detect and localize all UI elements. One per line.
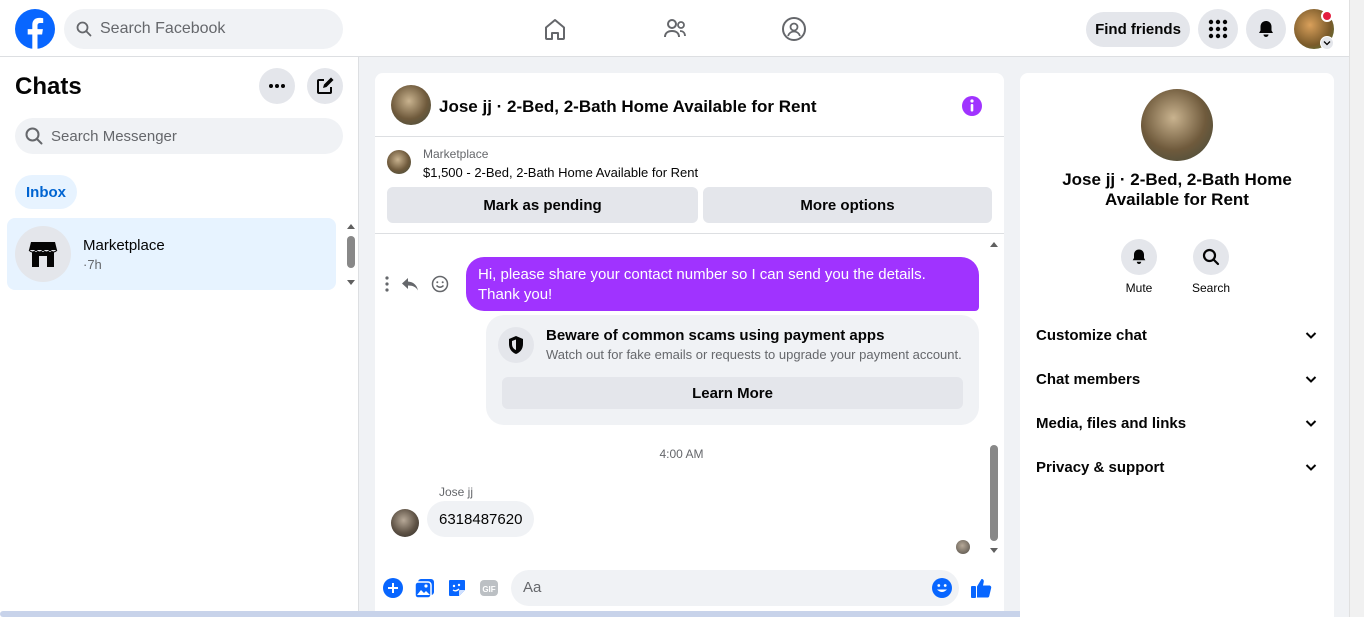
incoming-message-bubble[interactable]: 6318487620 (427, 501, 535, 537)
page-scrollbar[interactable] (1349, 0, 1364, 617)
message-scrollbar[interactable] (987, 235, 1001, 560)
bell-icon (1121, 239, 1157, 275)
search-facebook-input[interactable]: Search Facebook (64, 9, 343, 49)
home-icon[interactable] (540, 14, 570, 44)
media-files-links-section[interactable]: Media, files and links (1036, 403, 1318, 443)
details-avatar[interactable] (1141, 89, 1213, 161)
gif-icon[interactable]: GIF (477, 576, 501, 600)
seen-indicator-avatar (956, 540, 970, 554)
customize-chat-section[interactable]: Customize chat (1036, 315, 1318, 355)
chevron-down-icon (1304, 372, 1318, 386)
listing-category: Marketplace (423, 147, 489, 161)
info-icon[interactable] (961, 95, 983, 117)
details-name: Jose jj · 2-Bed, 2-Bath Home Available f… (1062, 170, 1292, 209)
section-label: Privacy & support (1036, 458, 1165, 476)
message-input-placeholder: Aa (523, 579, 542, 596)
mute-button[interactable]: Mute (1109, 239, 1169, 295)
thumbs-up-icon[interactable] (969, 576, 993, 600)
sender-avatar[interactable] (391, 509, 419, 537)
section-label: Customize chat (1036, 326, 1147, 344)
conversation-avatar[interactable] (391, 85, 431, 125)
mute-label: Mute (1125, 281, 1153, 295)
notifications-bell-icon[interactable] (1246, 9, 1286, 49)
learn-more-button[interactable]: Learn More (502, 377, 963, 409)
conversation-panel: Jose jj · 2-Bed, 2-Bath Home Available f… (375, 73, 1004, 617)
listing-thumbnail[interactable] (387, 150, 411, 174)
svg-text:GIF: GIF (482, 585, 495, 594)
message-timestamp: 4:00 AM (659, 447, 704, 461)
conversation-title[interactable]: Jose jj · 2-Bed, 2-Bath Home Available f… (439, 97, 817, 117)
plus-circle-icon[interactable] (381, 576, 405, 600)
find-friends-button[interactable]: Find friends (1086, 12, 1190, 47)
chat-item-time: ·7h (83, 257, 102, 272)
sender-name: Jose jj (439, 485, 474, 499)
scam-warning-subtitle: Watch out for fake emails or requests to… (546, 347, 962, 362)
notification-dot (1321, 10, 1333, 22)
listing-description[interactable]: $1,500 - 2-Bed, 2-Bath Home Available fo… (423, 165, 698, 180)
search-facebook-placeholder: Search Facebook (100, 20, 226, 37)
photo-gallery-icon[interactable] (413, 576, 437, 600)
sticker-icon[interactable] (445, 576, 469, 600)
message-composer: GIF Aa (375, 570, 1004, 606)
search-icon (76, 21, 92, 37)
search-in-conversation-button[interactable]: Search (1181, 239, 1241, 295)
mark-as-pending-button[interactable]: Mark as pending (387, 187, 698, 223)
chats-title: Chats (15, 73, 82, 100)
marketplace-store-icon (15, 226, 71, 282)
scam-warning-title: Beware of common scams using payment app… (546, 327, 885, 344)
search-icon (1193, 239, 1229, 275)
conversation-details-panel: Jose jj · 2-Bed, 2-Bath Home Available f… (1020, 73, 1334, 617)
search-messenger-input[interactable]: Search Messenger (15, 118, 343, 154)
search-label: Search (1191, 281, 1231, 295)
section-label: Media, files and links (1036, 414, 1187, 432)
more-vertical-icon[interactable] (385, 276, 389, 292)
menu-grid-icon[interactable] (1198, 9, 1238, 49)
new-message-icon[interactable] (307, 68, 343, 104)
section-label: Chat members (1036, 370, 1141, 388)
chat-item-name: Marketplace (83, 237, 165, 254)
chat-list-scrollbar[interactable] (344, 220, 358, 290)
chevron-down-icon (1304, 328, 1318, 342)
outgoing-message-bubble[interactable]: Hi, please share your contact number so … (466, 257, 979, 311)
horizontal-scrollbar[interactable] (0, 611, 1175, 617)
friends-icon[interactable] (660, 14, 690, 44)
chat-list-item-marketplace[interactable]: Marketplace ·7h (7, 218, 336, 290)
shield-icon (498, 327, 534, 363)
message-thread: Hi, please share your contact number so … (375, 235, 1004, 560)
more-options-button[interactable]: More options (703, 187, 992, 223)
privacy-support-section[interactable]: Privacy & support (1036, 447, 1318, 487)
search-icon (25, 127, 43, 145)
inbox-filter-tab[interactable]: Inbox (15, 175, 77, 209)
message-input[interactable]: Aa (511, 570, 959, 606)
chevron-down-icon[interactable] (1320, 36, 1334, 50)
marketplace-listing-card: Marketplace $1,500 - 2-Bed, 2-Bath Home … (375, 138, 1004, 234)
search-messenger-placeholder: Search Messenger (51, 127, 177, 145)
top-navigation-bar: Search Facebook Find friends (0, 0, 1364, 57)
scam-warning-card: Beware of common scams using payment app… (486, 315, 979, 425)
facebook-logo-icon[interactable] (15, 9, 55, 49)
chats-sidebar: Chats Search Messenger Inbox Marketplace… (0, 57, 359, 617)
conversation-header: Jose jj · 2-Bed, 2-Bath Home Available f… (375, 73, 1004, 137)
chat-members-section[interactable]: Chat members (1036, 359, 1318, 399)
chevron-down-icon (1304, 416, 1318, 430)
message-actions (385, 275, 449, 293)
groups-icon[interactable] (779, 14, 809, 44)
reply-icon[interactable] (401, 276, 419, 292)
chevron-down-icon (1304, 460, 1318, 474)
reaction-emoji-icon[interactable] (431, 275, 449, 293)
more-options-icon[interactable] (259, 68, 295, 104)
emoji-icon[interactable] (931, 577, 953, 599)
